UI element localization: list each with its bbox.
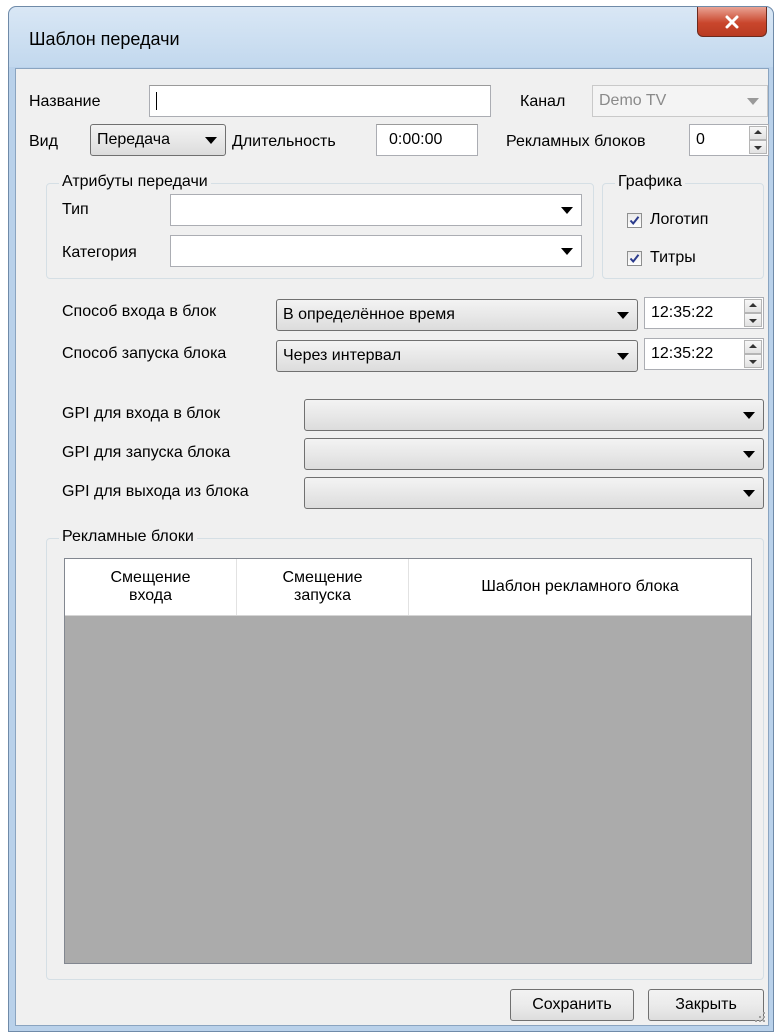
- column-header-start-offset[interactable]: Смещение запуска: [237, 559, 409, 615]
- gpi-start-select[interactable]: [304, 438, 764, 470]
- spin-up-icon[interactable]: [744, 340, 762, 354]
- kind-label: Вид: [29, 133, 58, 150]
- type-label: Тип: [62, 201, 89, 218]
- ad-blocks-table[interactable]: Смещение входа Смещение запуска Шаблон р…: [64, 558, 752, 964]
- category-select[interactable]: [170, 235, 582, 267]
- spin-up-icon[interactable]: [744, 299, 762, 313]
- attributes-group-title: Атрибуты передачи: [59, 173, 211, 191]
- gpi-start-label: GPI для запуска блока: [62, 444, 231, 461]
- spin-down-icon[interactable]: [749, 140, 767, 154]
- titles-label[interactable]: Титры: [650, 249, 696, 267]
- logo-label[interactable]: Логотип: [650, 211, 708, 229]
- gpi-exit-label: GPI для выхода из блока: [62, 483, 249, 500]
- ad-blocks-count-spinner[interactable]: 0: [689, 124, 769, 156]
- chevron-down-icon: [743, 490, 755, 497]
- ad-blocks-count-label: Рекламных блоков: [506, 133, 646, 150]
- chevron-down-icon: [561, 248, 573, 255]
- channel-select[interactable]: Demo TV: [592, 85, 768, 117]
- gpi-exit-select[interactable]: [304, 477, 764, 509]
- chevron-down-icon: [561, 207, 573, 214]
- chevron-down-icon: [617, 353, 629, 360]
- column-header-ad-block-template[interactable]: Шаблон рекламного блока: [409, 559, 751, 615]
- block-entry-label: Способ входа в блок: [62, 303, 217, 320]
- close-icon: [725, 15, 739, 28]
- gpi-entry-select[interactable]: [304, 399, 764, 431]
- chevron-down-icon: [617, 312, 629, 319]
- table-header: Смещение входа Смещение запуска Шаблон р…: [65, 559, 751, 616]
- block-entry-select[interactable]: В определённое время: [276, 299, 638, 331]
- dialog-window: Шаблон передачи Название Канал Demo TV В…: [8, 6, 774, 1032]
- checkmark-icon: [629, 216, 640, 226]
- dialog-content: Название Канал Demo TV Вид Передача Длит…: [15, 68, 769, 1026]
- graphics-group-title: Графика: [615, 173, 685, 191]
- block-start-time-spinner[interactable]: 12:35:22: [644, 338, 764, 370]
- block-start-label: Способ запуска блока: [62, 345, 227, 362]
- window-title: Шаблон передачи: [29, 29, 180, 49]
- block-start-select[interactable]: Через интервал: [276, 340, 638, 372]
- channel-label: Канал: [520, 93, 566, 110]
- close-button[interactable]: Закрыть: [648, 989, 764, 1021]
- window-close-button[interactable]: [697, 7, 767, 37]
- kind-select[interactable]: Передача: [90, 124, 226, 156]
- titles-checkbox[interactable]: [627, 251, 642, 266]
- spin-up-icon[interactable]: [749, 126, 767, 140]
- gpi-entry-label: GPI для входа в блок: [62, 405, 221, 422]
- ad-blocks-group-title: Рекламные блоки: [59, 528, 197, 546]
- type-select[interactable]: [170, 194, 582, 226]
- logo-checkbox[interactable]: [627, 213, 642, 228]
- spin-down-icon[interactable]: [744, 354, 762, 368]
- name-label: Название: [29, 93, 101, 110]
- save-button[interactable]: Сохранить: [510, 989, 634, 1021]
- text-caret: [156, 92, 157, 110]
- chevron-down-icon: [743, 412, 755, 419]
- chevron-down-icon: [747, 98, 759, 105]
- chevron-down-icon: [743, 451, 755, 458]
- spin-down-icon[interactable]: [744, 313, 762, 327]
- duration-input[interactable]: 0:00:00: [376, 124, 478, 156]
- chevron-down-icon: [205, 137, 217, 144]
- duration-label: Длительность: [232, 133, 336, 150]
- column-header-entry-offset[interactable]: Смещение входа: [65, 559, 237, 615]
- title-bar[interactable]: Шаблон передачи: [9, 7, 773, 67]
- block-entry-time-spinner[interactable]: 12:35:22: [644, 297, 764, 329]
- category-label: Категория: [62, 244, 137, 261]
- checkmark-icon: [629, 254, 640, 264]
- name-input[interactable]: [149, 85, 491, 117]
- resize-grip-icon[interactable]: [754, 1011, 766, 1023]
